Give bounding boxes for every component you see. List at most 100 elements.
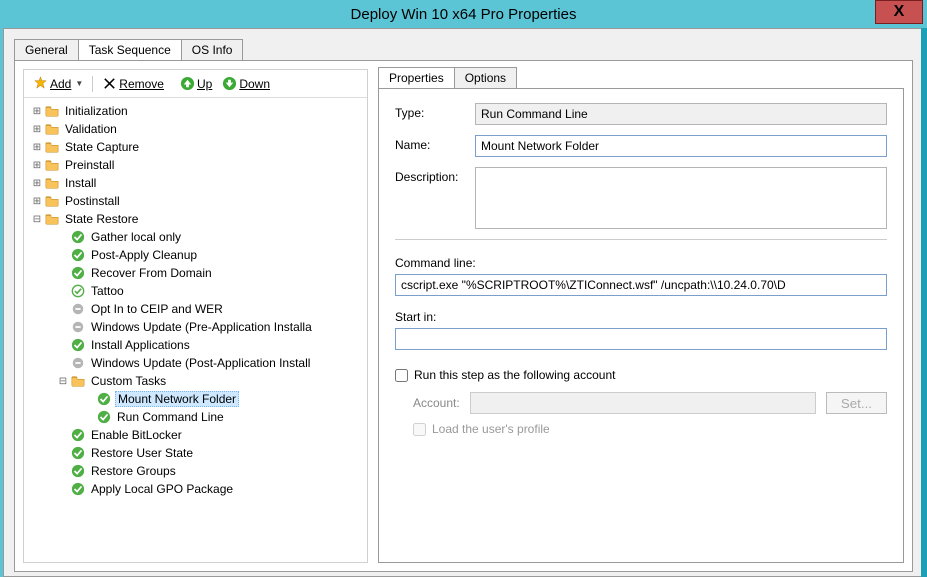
tree-node-wu-pre[interactable]: Windows Update (Pre-Application Installa: [26, 318, 365, 336]
tree-toolbar: Add ▼ Remove Up Down: [24, 70, 367, 98]
expander-icon[interactable]: ⊞: [30, 176, 44, 190]
tab-general[interactable]: General: [14, 39, 79, 60]
node-label: Windows Update (Post-Application Install: [89, 356, 312, 370]
type-value: Run Command Line: [475, 103, 887, 125]
disabled-icon: [70, 319, 86, 335]
folder-icon: [44, 211, 60, 227]
tree-node-optin[interactable]: Opt In to CEIP and WER: [26, 300, 365, 318]
folder-icon: [44, 193, 60, 209]
add-button[interactable]: Add ▼: [30, 74, 86, 93]
name-input[interactable]: [475, 135, 887, 157]
remove-button[interactable]: Remove: [99, 74, 167, 93]
close-button[interactable]: X: [875, 0, 923, 24]
startin-input[interactable]: [395, 328, 887, 350]
add-star-icon: [33, 76, 48, 91]
expander-icon[interactable]: ⊞: [30, 122, 44, 136]
tab-options[interactable]: Options: [454, 67, 517, 88]
tree-node-tattoo[interactable]: Tattoo: [26, 282, 365, 300]
check-icon: [70, 463, 86, 479]
check-icon: [70, 265, 86, 281]
node-label: Install Applications: [89, 338, 192, 352]
tree-node-restore-user[interactable]: Restore User State: [26, 444, 365, 462]
startin-label: Start in:: [395, 310, 887, 324]
folder-icon: [70, 373, 86, 389]
tree-node-state-capture[interactable]: ⊞ State Capture: [26, 138, 365, 156]
node-label: State Capture: [63, 140, 141, 154]
dialog-body: General Task Sequence OS Info Add ▼ Remo…: [3, 28, 924, 577]
tree-node-custom-tasks[interactable]: ⊟ Custom Tasks: [26, 372, 365, 390]
up-button[interactable]: Up: [177, 74, 215, 93]
down-label: Down: [239, 77, 270, 91]
disabled-icon: [70, 301, 86, 317]
up-label: Up: [197, 77, 212, 91]
tree-node-initialization[interactable]: ⊞Initialization: [26, 102, 365, 120]
tab-general-label: General: [25, 43, 68, 57]
dropdown-arrow-icon: ▼: [75, 79, 83, 88]
outer-tabstrip: General Task Sequence OS Info: [14, 39, 913, 60]
tree-node-apply-gpo[interactable]: Apply Local GPO Package: [26, 480, 365, 498]
node-label: Validation: [63, 122, 119, 136]
node-label: Enable BitLocker: [89, 428, 184, 442]
node-label: Post-Apply Cleanup: [89, 248, 199, 262]
check-icon: [70, 337, 86, 353]
check-hollow-icon: [70, 283, 86, 299]
tree-node-run-cmd[interactable]: Run Command Line: [26, 408, 365, 426]
tree-node-install-apps[interactable]: Install Applications: [26, 336, 365, 354]
tree-node-gather-local[interactable]: Gather local only: [26, 228, 365, 246]
task-tree[interactable]: ⊞Initialization ⊞ Validation ⊞ State Captu…: [24, 98, 367, 562]
expander-icon[interactable]: ⊞: [30, 104, 44, 118]
close-icon: X: [894, 3, 905, 21]
tree-node-install[interactable]: ⊞Install: [26, 174, 365, 192]
node-label: Mount Network Folder: [115, 391, 239, 407]
frame-edge: [921, 28, 927, 577]
tab-properties-label: Properties: [389, 71, 444, 85]
tree-node-preinstall[interactable]: ⊞ Preinstall: [26, 156, 365, 174]
command-line-input[interactable]: [395, 274, 887, 296]
tree-node-state-restore[interactable]: ⊟State Restore: [26, 210, 365, 228]
properties-panel: Type: Run Command Line Name: Description…: [378, 88, 904, 563]
expander-icon[interactable]: ⊞: [30, 140, 44, 154]
node-label: Apply Local GPO Package: [89, 482, 235, 496]
tree-node-postinstall[interactable]: ⊞Postinstall: [26, 192, 365, 210]
inner-tabstrip: Properties Options: [378, 67, 904, 88]
runas-checkbox[interactable]: [395, 369, 408, 382]
set-button: Set...: [826, 392, 887, 414]
tab-os-info[interactable]: OS Info: [181, 39, 244, 60]
expander-icon[interactable]: ⊟: [30, 212, 44, 226]
node-label: Recover From Domain: [89, 266, 214, 280]
tree-node-validation[interactable]: ⊞ Validation: [26, 120, 365, 138]
tree-node-mount-network[interactable]: Mount Network Folder: [26, 390, 365, 408]
expander-icon[interactable]: ⊞: [30, 158, 44, 172]
node-label: Run Command Line: [115, 410, 226, 424]
down-button[interactable]: Down: [219, 74, 273, 93]
add-label: Add: [50, 77, 71, 91]
check-icon: [70, 247, 86, 263]
titlebar: Deploy Win 10 x64 Pro Properties X: [0, 0, 927, 28]
set-button-label: Set...: [841, 396, 872, 411]
tab-options-label: Options: [465, 71, 506, 85]
command-line-label: Command line:: [395, 256, 887, 270]
left-column: Add ▼ Remove Up Down: [23, 69, 368, 563]
check-icon: [70, 481, 86, 497]
tree-node-wu-post[interactable]: Windows Update (Post-Application Install: [26, 354, 365, 372]
expander-icon[interactable]: ⊟: [56, 374, 70, 388]
window-title: Deploy Win 10 x64 Pro Properties: [351, 6, 577, 23]
expander-icon[interactable]: ⊞: [30, 194, 44, 208]
check-icon: [96, 409, 112, 425]
tree-node-recover[interactable]: Recover From Domain: [26, 264, 365, 282]
tree-node-bitlocker[interactable]: Enable BitLocker: [26, 426, 365, 444]
tab-ts-label: Task Sequence: [89, 43, 171, 57]
disabled-icon: [70, 355, 86, 371]
tab-task-sequence[interactable]: Task Sequence: [78, 39, 182, 60]
node-label: Custom Tasks: [89, 374, 168, 388]
node-label: Restore User State: [89, 446, 195, 460]
folder-icon: [44, 121, 60, 137]
tree-node-restore-groups[interactable]: Restore Groups: [26, 462, 365, 480]
node-label: Gather local only: [89, 230, 183, 244]
node-label: Opt In to CEIP and WER: [89, 302, 225, 316]
node-label: Preinstall: [63, 158, 116, 172]
tab-properties[interactable]: Properties: [378, 67, 455, 88]
check-icon: [96, 391, 112, 407]
tree-node-post-apply[interactable]: Post-Apply Cleanup: [26, 246, 365, 264]
description-input[interactable]: [475, 167, 887, 229]
